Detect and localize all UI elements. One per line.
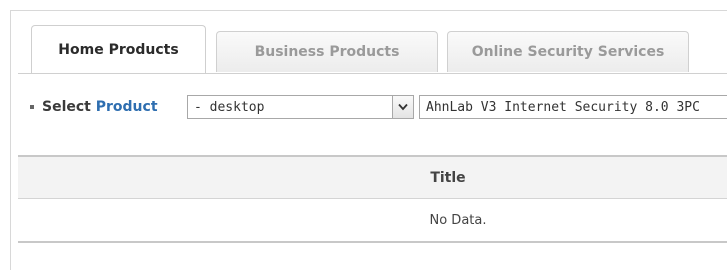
- tab-home-products[interactable]: Home Products: [31, 25, 206, 73]
- category-dropdown-value: - desktop: [194, 99, 265, 115]
- category-dropdown[interactable]: - desktop: [187, 95, 414, 119]
- product-dropdown-value: AhnLab V3 Internet Security 8.0 3PC: [426, 99, 700, 115]
- chevron-down-icon[interactable]: [392, 96, 413, 118]
- bullet-icon: [30, 105, 34, 109]
- table-empty-message: No Data.: [429, 212, 487, 228]
- product-dropdown[interactable]: AhnLab V3 Internet Security 8.0 3PC: [419, 95, 727, 119]
- select-label-accent: Product: [95, 99, 158, 115]
- table-header-title: Title: [18, 157, 727, 199]
- product-tabs: Home Products Business Products Online S…: [31, 25, 727, 74]
- tab-business-products[interactable]: Business Products: [216, 31, 438, 72]
- results-table: Title No Data.: [18, 155, 727, 243]
- tabs-divider: [18, 73, 727, 74]
- select-product-row: Select Product: [30, 94, 164, 120]
- select-product-label: Select Product: [42, 99, 158, 115]
- tab-online-security-services[interactable]: Online Security Services: [447, 31, 689, 72]
- table-bottom-border: [18, 241, 727, 243]
- select-label-prefix: Select: [42, 99, 91, 115]
